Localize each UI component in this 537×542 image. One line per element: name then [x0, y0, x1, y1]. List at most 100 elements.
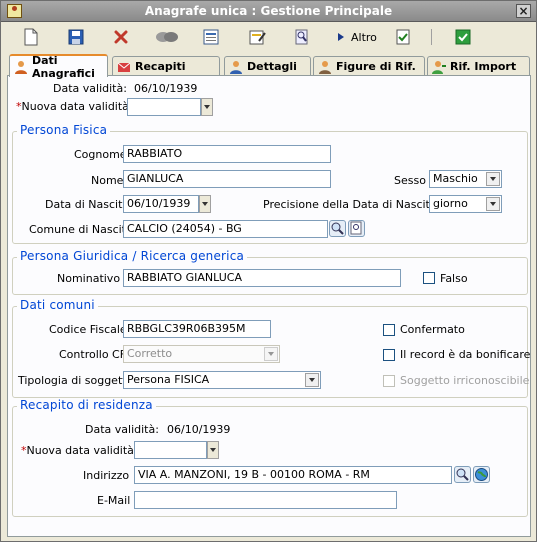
- delete-icon: [114, 30, 128, 44]
- bonificare-label: Il record è da bonificare: [400, 348, 531, 361]
- data-nascita-label: Data di Nascita: [45, 198, 130, 211]
- chevron-down-icon: [305, 373, 319, 387]
- dati-comuni-group: Dati comuni Codice Fiscale RBBGLC39R06B3…: [12, 298, 531, 398]
- toolbar-separator: [431, 29, 432, 45]
- date-picker-button[interactable]: [199, 195, 211, 213]
- precisione-label: Precisione della Data di Nascita al: [263, 198, 450, 211]
- globe-icon: [475, 468, 488, 481]
- tipologia-select[interactable]: Persona FISICA: [123, 371, 321, 389]
- check-doc-icon: [396, 29, 410, 45]
- email-label: E-Mail: [97, 494, 131, 507]
- email-input[interactable]: [134, 491, 397, 509]
- confirm-button[interactable]: [455, 27, 471, 47]
- controllo-cf-value: Corretto: [127, 347, 173, 360]
- recapito-nuova-data-input[interactable]: [134, 441, 207, 459]
- tab-strip: Dati Anagrafici Recapiti Dettagli Figure…: [7, 53, 531, 80]
- altro-label: Altro: [351, 30, 377, 44]
- group-title: Persona Fisica: [17, 123, 111, 137]
- falso-checkbox[interactable]: [423, 272, 435, 284]
- check-doc-button[interactable]: [395, 27, 411, 47]
- irriconoscibile-checkbox: [383, 375, 395, 387]
- new-icon: [24, 28, 38, 46]
- delete-button[interactable]: [113, 27, 129, 47]
- close-button[interactable]: ×: [516, 4, 531, 18]
- bonificare-checkbox[interactable]: [383, 349, 395, 361]
- irriconoscibile-label: Soggetto irriconoscibile: [400, 374, 530, 387]
- data-validita-value: 06/10/1939: [134, 82, 198, 95]
- tab-recapiti[interactable]: Recapiti: [112, 56, 220, 76]
- person-icon: [15, 60, 27, 74]
- indirizzo-label: Indirizzo: [83, 469, 130, 482]
- tab-label: Dati Anagrafici: [32, 53, 95, 80]
- main-window: Anagrafe unica : Gestione Principale × A…: [0, 0, 537, 542]
- nome-input[interactable]: GIANLUCA: [123, 170, 331, 188]
- indirizzo-input[interactable]: VIA A. MANZONI, 19 B - 00100 ROMA - RM: [134, 466, 452, 484]
- window-title: Anagrafe unica : Gestione Principale: [144, 4, 393, 18]
- search-settings-button[interactable]: [294, 27, 310, 47]
- link-icon: [156, 32, 178, 42]
- tipologia-label: Tipologia di soggetto: [18, 374, 134, 387]
- cognome-input[interactable]: RABBIATO: [123, 145, 331, 163]
- title-bar: Anagrafe unica : Gestione Principale ×: [1, 1, 536, 22]
- person-import-icon: [432, 60, 446, 74]
- tab-panel-dati-anagrafici: Data validità: 06/10/1939 *Nuova data va…: [7, 75, 531, 537]
- person-icon: [230, 60, 242, 74]
- recapito-data-validita-label: Data validità:: [85, 423, 159, 436]
- form-button[interactable]: [203, 27, 219, 47]
- tab-label: Dettagli: [247, 60, 297, 73]
- nominativo-input[interactable]: RABBIATO GIANLUCA: [123, 269, 401, 287]
- new-button[interactable]: [23, 27, 39, 47]
- form-icon: [203, 29, 219, 45]
- nome-label: Nome: [91, 174, 124, 187]
- precisione-value: giorno: [433, 197, 468, 210]
- confermato-label: Confermato: [400, 323, 465, 336]
- recapito-group: Recapito di residenza Data validità: 06/…: [12, 398, 528, 517]
- nominativo-label: Nominativo: [57, 272, 121, 285]
- confermato-checkbox[interactable]: [383, 324, 395, 336]
- edit-doc-icon: [249, 30, 266, 45]
- tab-label: Figure di Rif.: [336, 60, 416, 73]
- edit-doc-button[interactable]: [249, 27, 267, 47]
- search-settings-icon: [350, 221, 362, 235]
- arrow-right-icon: [338, 33, 344, 41]
- tab-dati-anagrafici[interactable]: Dati Anagrafici: [9, 53, 108, 80]
- save-icon: [68, 29, 84, 45]
- link-button[interactable]: [155, 27, 179, 47]
- chevron-down-icon: [264, 347, 278, 361]
- precisione-select[interactable]: giorno: [429, 195, 502, 213]
- data-validita-label: Data validità:: [53, 82, 127, 95]
- toolbar: Altro: [1, 23, 536, 51]
- nuova-data-input[interactable]: [127, 98, 201, 116]
- lookup-comune-button[interactable]: [348, 220, 365, 237]
- chevron-down-icon: [486, 172, 500, 186]
- persona-giuridica-group: Persona Giuridica / Ricerca generica Nom…: [12, 249, 528, 295]
- tab-rif-import[interactable]: Rif. Import: [427, 56, 530, 76]
- tab-dettagli[interactable]: Dettagli: [224, 56, 311, 76]
- chevron-down-icon: [486, 197, 500, 211]
- search-indirizzo-button[interactable]: [454, 466, 471, 483]
- confirm-icon: [455, 29, 471, 45]
- search-icon: [456, 468, 469, 481]
- sesso-select[interactable]: Maschio: [429, 170, 502, 188]
- date-picker-button[interactable]: [201, 98, 213, 116]
- falso-label: Falso: [440, 272, 468, 285]
- sesso-value: Maschio: [433, 172, 478, 185]
- group-title: Recapito di residenza: [17, 398, 156, 412]
- codice-fiscale-input[interactable]: RBBGLC39R06B395M: [123, 320, 271, 338]
- recapito-nuova-data-label: *Nuova data validità: [21, 444, 134, 457]
- persona-fisica-group: Persona Fisica Cognome RABBIATO Nome GIA…: [12, 123, 528, 244]
- altro-button[interactable]: Altro: [337, 27, 377, 47]
- tab-figure-di-rif[interactable]: Figure di Rif.: [313, 56, 425, 76]
- search-comune-button[interactable]: [329, 220, 346, 237]
- data-nascita-input[interactable]: 06/10/1939: [123, 195, 199, 213]
- comune-input[interactable]: CALCIO (24054) - BG: [123, 220, 328, 238]
- date-picker-button[interactable]: [207, 441, 219, 459]
- globe-button[interactable]: [473, 466, 490, 483]
- cognome-label: Cognome: [74, 148, 127, 161]
- comune-label: Comune di Nascita: [29, 223, 133, 236]
- tipologia-value: Persona FISICA: [127, 373, 210, 386]
- person-icon: [319, 60, 331, 74]
- save-button[interactable]: [68, 27, 84, 47]
- envelope-icon: [117, 62, 131, 72]
- controllo-cf-select: Corretto: [123, 345, 280, 363]
